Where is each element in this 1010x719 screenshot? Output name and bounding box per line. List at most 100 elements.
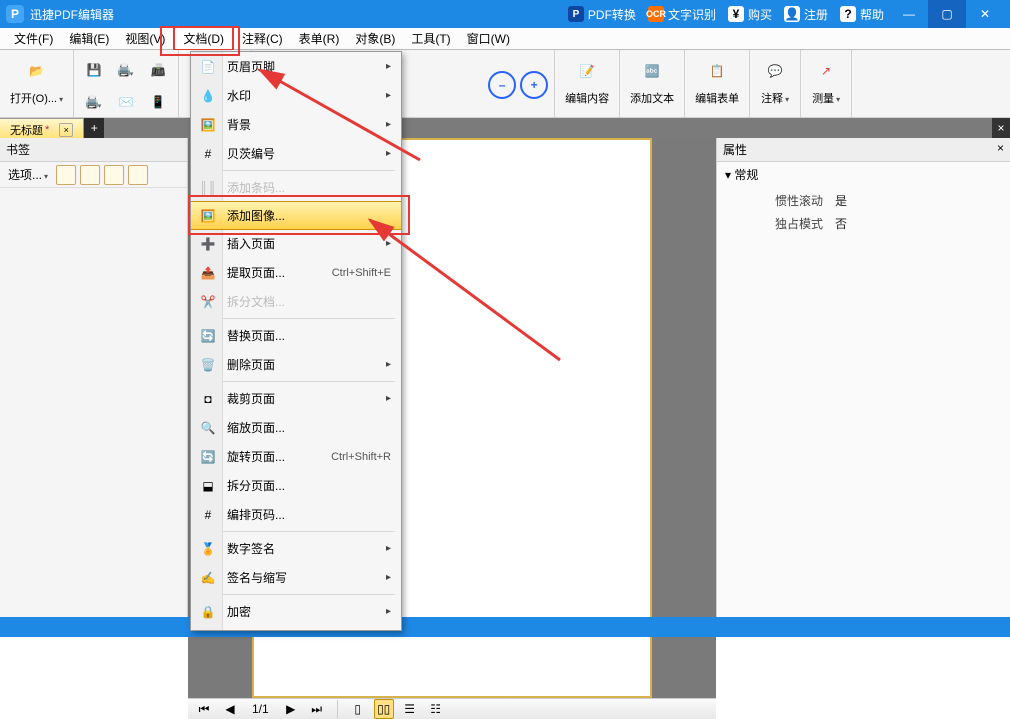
crop-icon: ◘ bbox=[197, 388, 219, 410]
help-link[interactable]: ?帮助 bbox=[840, 6, 884, 23]
menu-item-bates[interactable]: #贝茨编号 bbox=[191, 139, 401, 168]
mail-icon: ✉️ bbox=[119, 95, 134, 109]
document-tab[interactable]: 无标题* × bbox=[0, 118, 84, 138]
scan-button[interactable]: 📠 bbox=[144, 56, 172, 84]
maximize-button[interactable]: ▢ bbox=[928, 0, 966, 28]
signature-icon: 🏅 bbox=[197, 538, 219, 560]
measure-icon: ↗ bbox=[811, 56, 841, 86]
menu-item-encrypt[interactable]: 🔒加密 bbox=[191, 597, 401, 626]
menu-item-insert-page[interactable]: ➕插入页面 bbox=[191, 229, 401, 258]
menu-item-label: 编排页码... bbox=[227, 506, 391, 523]
nav-next[interactable]: ▶ bbox=[281, 699, 301, 719]
print-button[interactable]: 🖨️ bbox=[112, 56, 140, 84]
layout-single[interactable]: ▯ bbox=[348, 699, 368, 719]
menu-item-zoom-page[interactable]: 🔍缩放页面... bbox=[191, 413, 401, 442]
device-button[interactable]: 📱 bbox=[144, 88, 172, 116]
ocr-icon: OCR bbox=[648, 6, 664, 22]
nav-first[interactable]: ⏮ bbox=[194, 699, 214, 719]
menu-item-sign-initial[interactable]: ✍️签名与缩写 bbox=[191, 563, 401, 592]
bookmark-btn-2[interactable] bbox=[80, 165, 100, 185]
bookmark-btn-1[interactable] bbox=[56, 165, 76, 185]
edit-content-label: 编辑内容 bbox=[565, 90, 609, 106]
layout-facing[interactable]: ☷ bbox=[426, 699, 446, 719]
tab-close-all[interactable]: × bbox=[992, 118, 1010, 138]
menu-item-delete-page[interactable]: 🗑️删除页面 bbox=[191, 350, 401, 379]
ocr-link[interactable]: OCR文字识别 bbox=[648, 6, 716, 23]
menu-item-label: 水印 bbox=[227, 87, 386, 104]
spellcheck-icon: ABC bbox=[197, 630, 219, 632]
open-button[interactable]: 📂 打开(O)... bbox=[6, 54, 67, 108]
menu-view[interactable]: 视图(V) bbox=[117, 28, 173, 49]
help-icon: ? bbox=[840, 6, 856, 22]
menu-item-label: 裁剪页面 bbox=[227, 390, 386, 407]
pdf-convert-label: PDF转换 bbox=[588, 6, 636, 23]
help-label: 帮助 bbox=[860, 6, 884, 23]
menu-item-background[interactable]: 🖼️背景 bbox=[191, 110, 401, 139]
menu-form[interactable]: 表单(R) bbox=[291, 28, 348, 49]
pdf-convert-link[interactable]: PPDF转换 bbox=[568, 6, 636, 23]
menu-item-page-number[interactable]: #编排页码... bbox=[191, 500, 401, 529]
menu-object[interactable]: 对象(B) bbox=[347, 28, 403, 49]
bookmarks-options[interactable]: 选项... bbox=[4, 164, 52, 185]
tab-close-button[interactable]: × bbox=[59, 123, 73, 137]
menu-item-watermark[interactable]: 💧 水印 bbox=[191, 81, 401, 110]
prop-inertia-value: 是 bbox=[835, 192, 847, 209]
bookmark-btn-3[interactable] bbox=[104, 165, 124, 185]
menu-item-rotate[interactable]: 🔄旋转页面...Ctrl+Shift+R bbox=[191, 442, 401, 471]
menu-item-label: 提取页面... bbox=[227, 264, 332, 281]
properties-category[interactable]: ▾ 常规 bbox=[717, 162, 1010, 187]
menu-item-label: 添加图像... bbox=[227, 207, 391, 224]
menu-tool[interactable]: 工具(T) bbox=[403, 28, 458, 49]
layout-continuous[interactable]: ☰ bbox=[400, 699, 420, 719]
folder-open-icon: 📂 bbox=[22, 56, 52, 86]
measure-button[interactable]: ↗测量 bbox=[807, 54, 845, 108]
add-text-button[interactable]: 🔤添加文本 bbox=[626, 54, 678, 108]
menu-item-signature[interactable]: 🏅数字签名 bbox=[191, 534, 401, 563]
edit-form-button[interactable]: 📋编辑表单 bbox=[691, 54, 743, 108]
edit-content-button[interactable]: 📝编辑内容 bbox=[561, 54, 613, 108]
menu-item-spellcheck[interactable]: ABC拼写检查F7 bbox=[191, 626, 401, 631]
tab-label: 无标题 bbox=[10, 122, 43, 138]
menu-window[interactable]: 窗口(W) bbox=[459, 28, 518, 49]
pdf-icon: P bbox=[568, 6, 584, 22]
watermark-icon: 💧 bbox=[197, 85, 219, 107]
nav-prev[interactable]: ◀ bbox=[220, 699, 240, 719]
menu-edit[interactable]: 编辑(E) bbox=[61, 28, 117, 49]
menu-comment[interactable]: 注释(C) bbox=[234, 28, 291, 49]
menu-item-barcode: ║║添加条码... bbox=[191, 173, 401, 202]
comment-button[interactable]: 💬注释 bbox=[756, 54, 794, 108]
prop-exclusive[interactable]: 独占模式否 bbox=[725, 212, 1002, 235]
menu-item-split-page[interactable]: ⬓拆分页面... bbox=[191, 471, 401, 500]
print2-button[interactable]: 🖨️ bbox=[80, 88, 108, 116]
buy-link[interactable]: ¥购买 bbox=[728, 6, 772, 23]
bookmark-btn-4[interactable] bbox=[128, 165, 148, 185]
bates-icon: # bbox=[197, 143, 219, 165]
close-button[interactable]: ✕ bbox=[966, 0, 1004, 28]
menu-item-header-footer[interactable]: 📄页眉页脚 bbox=[191, 52, 401, 81]
toolbar: 📂 打开(O)... 💾 🖨️ 📠 🖨️ ✉️ 📱 📄 📑 ↶ ↷ – + 📝编… bbox=[0, 50, 1010, 118]
zoom-out-button[interactable]: – bbox=[488, 71, 516, 99]
menu-file[interactable]: 文件(F) bbox=[6, 28, 61, 49]
prop-inertia[interactable]: 惯性滚动是 bbox=[725, 189, 1002, 212]
replace-page-icon: 🔄 bbox=[197, 325, 219, 347]
zoom-in-button[interactable]: + bbox=[520, 71, 548, 99]
menu-document[interactable]: 文档(D) bbox=[173, 26, 234, 51]
properties-title: 属性 bbox=[723, 141, 747, 158]
menu-item-extract-page[interactable]: 📤提取页面...Ctrl+Shift+E bbox=[191, 258, 401, 287]
save-button[interactable]: 💾 bbox=[80, 56, 108, 84]
email-button[interactable]: ✉️ bbox=[112, 88, 140, 116]
new-tab-button[interactable]: + bbox=[84, 118, 104, 138]
tab-strip: 无标题* × + × bbox=[0, 118, 1010, 138]
menu-item-image[interactable]: 🖼️添加图像... bbox=[190, 201, 402, 230]
properties-close[interactable]: × bbox=[997, 141, 1004, 158]
menu-item-replace-page[interactable]: 🔄替换页面... bbox=[191, 321, 401, 350]
menu-item-crop[interactable]: ◘ 裁剪页面 bbox=[191, 384, 401, 413]
menu-item-label: 旋转页面... bbox=[227, 448, 331, 465]
nav-last[interactable]: ⏭ bbox=[307, 699, 327, 719]
minimize-button[interactable]: — bbox=[890, 0, 928, 28]
layout-double[interactable]: ▯▯ bbox=[374, 699, 394, 719]
menu-shortcut: Ctrl+Shift+E bbox=[332, 267, 391, 279]
yen-icon: ¥ bbox=[728, 6, 744, 22]
scan-icon: 📠 bbox=[151, 63, 166, 77]
register-link[interactable]: 👤注册 bbox=[784, 6, 828, 23]
